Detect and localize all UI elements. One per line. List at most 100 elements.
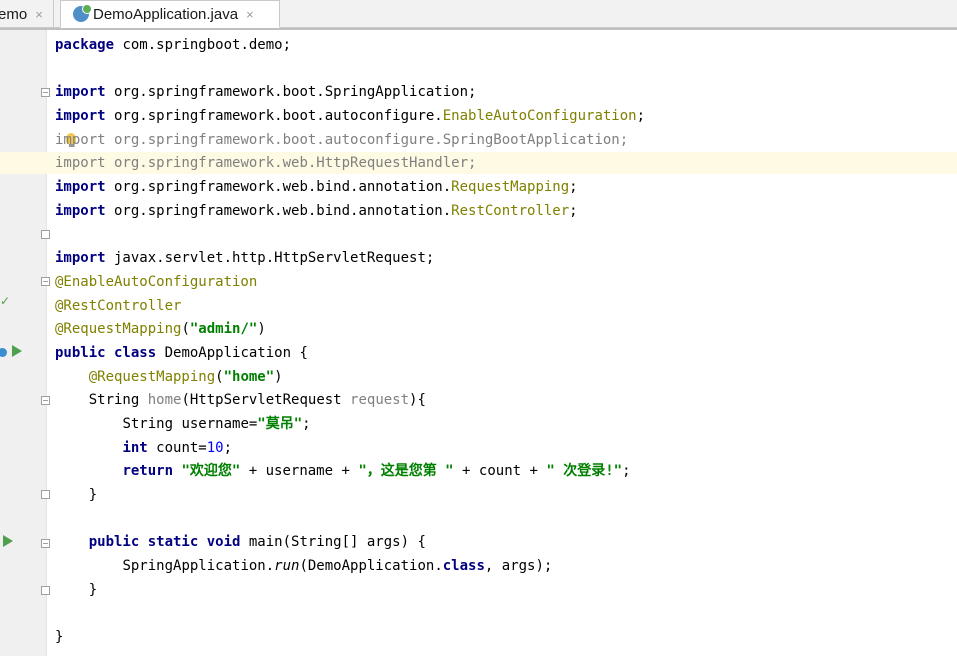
annotation: @RequestMapping (88, 368, 216, 385)
keyword: class (442, 558, 485, 575)
class-ref: RequestMapping (451, 179, 570, 196)
keyword: import (55, 84, 106, 101)
annotation: @EnableAutoConfiguration (55, 273, 258, 290)
tab-demo-application[interactable]: DemoApplication.java × (60, 0, 280, 28)
fold-icon[interactable] (41, 230, 50, 239)
code-text: + username + (240, 463, 359, 480)
close-icon[interactable]: × (35, 7, 43, 22)
keyword: public static void (88, 534, 241, 551)
fold-icon[interactable] (41, 277, 50, 286)
code-text: ; (302, 416, 311, 432)
method-name: home (147, 392, 182, 409)
code-text: ; (569, 179, 578, 196)
fold-icon[interactable] (41, 490, 50, 499)
annotation: @RestController (55, 297, 182, 314)
parameter: request (350, 392, 410, 409)
code-text: org.springframework.web.HttpRequestHandl… (105, 155, 477, 172)
code-text: org.springframework.web.bind.annotation. (105, 179, 452, 196)
code-text: (HttpServletRequest (181, 392, 351, 409)
code-text: String (88, 392, 148, 409)
code-text: DemoApplication { (156, 344, 308, 361)
code-line-unused: import org.springframework.web.HttpReque… (55, 152, 955, 176)
keyword: import (55, 202, 106, 219)
code-line: int count=10; (55, 437, 955, 461)
code-text: org.springframework.boot.autoconfigure.S… (105, 131, 629, 148)
run-icon[interactable] (12, 345, 22, 357)
code-text: ( (215, 368, 224, 385)
class-ref: RestController (451, 202, 570, 219)
string-literal: "，这是您第 " (358, 463, 454, 480)
code-text: org.springframework.boot.autoconfigure. (105, 108, 443, 125)
tab-bar-divider (0, 28, 957, 30)
string-literal: "莫吊" (257, 416, 303, 432)
code-text: com.springboot.demo; (114, 37, 292, 53)
code-text: , args); (484, 558, 553, 575)
code-line: String home(HttpServletRequest request){ (55, 389, 955, 413)
code-line-unused: import org.springframework.boot.autoconf… (55, 129, 955, 153)
code-text: ; (636, 108, 646, 125)
code-line: package com.springboot.demo; (55, 34, 955, 58)
code-text: SpringApplication. (122, 558, 275, 575)
editor-gutter[interactable] (0, 30, 46, 656)
code-text: ){ (409, 392, 426, 409)
code-line: public static void main(String[] args) { (55, 531, 955, 555)
keyword: import (55, 250, 106, 267)
code-line: @RequestMapping("admin/") (55, 318, 955, 342)
code-text: (DemoApplication. (299, 558, 443, 575)
code-line: import org.springframework.web.bind.anno… (55, 200, 955, 224)
code-text: org.springframework.boot.SpringApplicati… (105, 84, 477, 101)
code-text: count= (147, 439, 207, 456)
code-text: main(String[] args) { (240, 534, 426, 551)
run-icon[interactable] (3, 535, 13, 547)
code-line: } (55, 579, 955, 603)
bean-check-icon: ✓ (0, 294, 11, 308)
annotation: @RequestMapping (55, 321, 182, 338)
tab-previous-file[interactable]: emo × (0, 0, 54, 28)
string-literal: " 次登录!" (546, 463, 623, 480)
class-ref: EnableAutoConfiguration (442, 108, 637, 125)
close-icon[interactable]: × (246, 7, 254, 22)
code-text: ; (622, 463, 631, 480)
fold-icon[interactable] (41, 88, 50, 97)
keyword: int (122, 439, 148, 456)
string-literal: "home" (223, 368, 275, 385)
fold-icon[interactable] (41, 539, 50, 548)
number-literal: 10 (206, 439, 224, 456)
code-text: javax.servlet.http.HttpServletRequest; (105, 250, 435, 267)
code-line: String username="莫吊"; (55, 413, 955, 437)
java-class-icon (73, 4, 92, 22)
code-text: String username= (122, 416, 258, 432)
fold-icon[interactable] (41, 586, 50, 595)
tab-label: emo (0, 5, 28, 23)
code-line: public class DemoApplication { (55, 342, 955, 366)
keyword: return (122, 463, 174, 480)
tab-label: DemoApplication.java (93, 5, 239, 23)
code-line: } (55, 484, 955, 508)
code-text: ) (257, 321, 266, 338)
code-editor[interactable]: package com.springboot.demo; import org.… (55, 34, 955, 650)
method-name: run (274, 558, 300, 575)
keyword: public class (55, 344, 157, 361)
code-text: } (88, 581, 98, 598)
editor-tab-bar: emo × DemoApplication.java × (0, 0, 957, 28)
keyword: import (55, 179, 106, 196)
keyword: import (55, 155, 106, 172)
keyword: import (55, 108, 106, 125)
string-literal: "欢迎您" (173, 463, 241, 480)
code-text: } (55, 629, 64, 646)
code-line: import org.springframework.boot.autoconf… (55, 105, 955, 129)
keyword: package (55, 37, 115, 53)
code-line: @EnableAutoConfiguration (55, 271, 955, 295)
code-line: return "欢迎您" + username + "，这是您第 " + cou… (55, 460, 955, 484)
code-line: @RestController (55, 295, 955, 319)
code-line: SpringApplication.run(DemoApplication.cl… (55, 555, 955, 579)
code-text: ) (274, 368, 283, 385)
string-literal: "admin/" (189, 321, 258, 338)
code-text: org.springframework.web.bind.annotation. (105, 202, 452, 219)
code-text: + count + (453, 463, 547, 480)
fold-icon[interactable] (41, 396, 50, 405)
